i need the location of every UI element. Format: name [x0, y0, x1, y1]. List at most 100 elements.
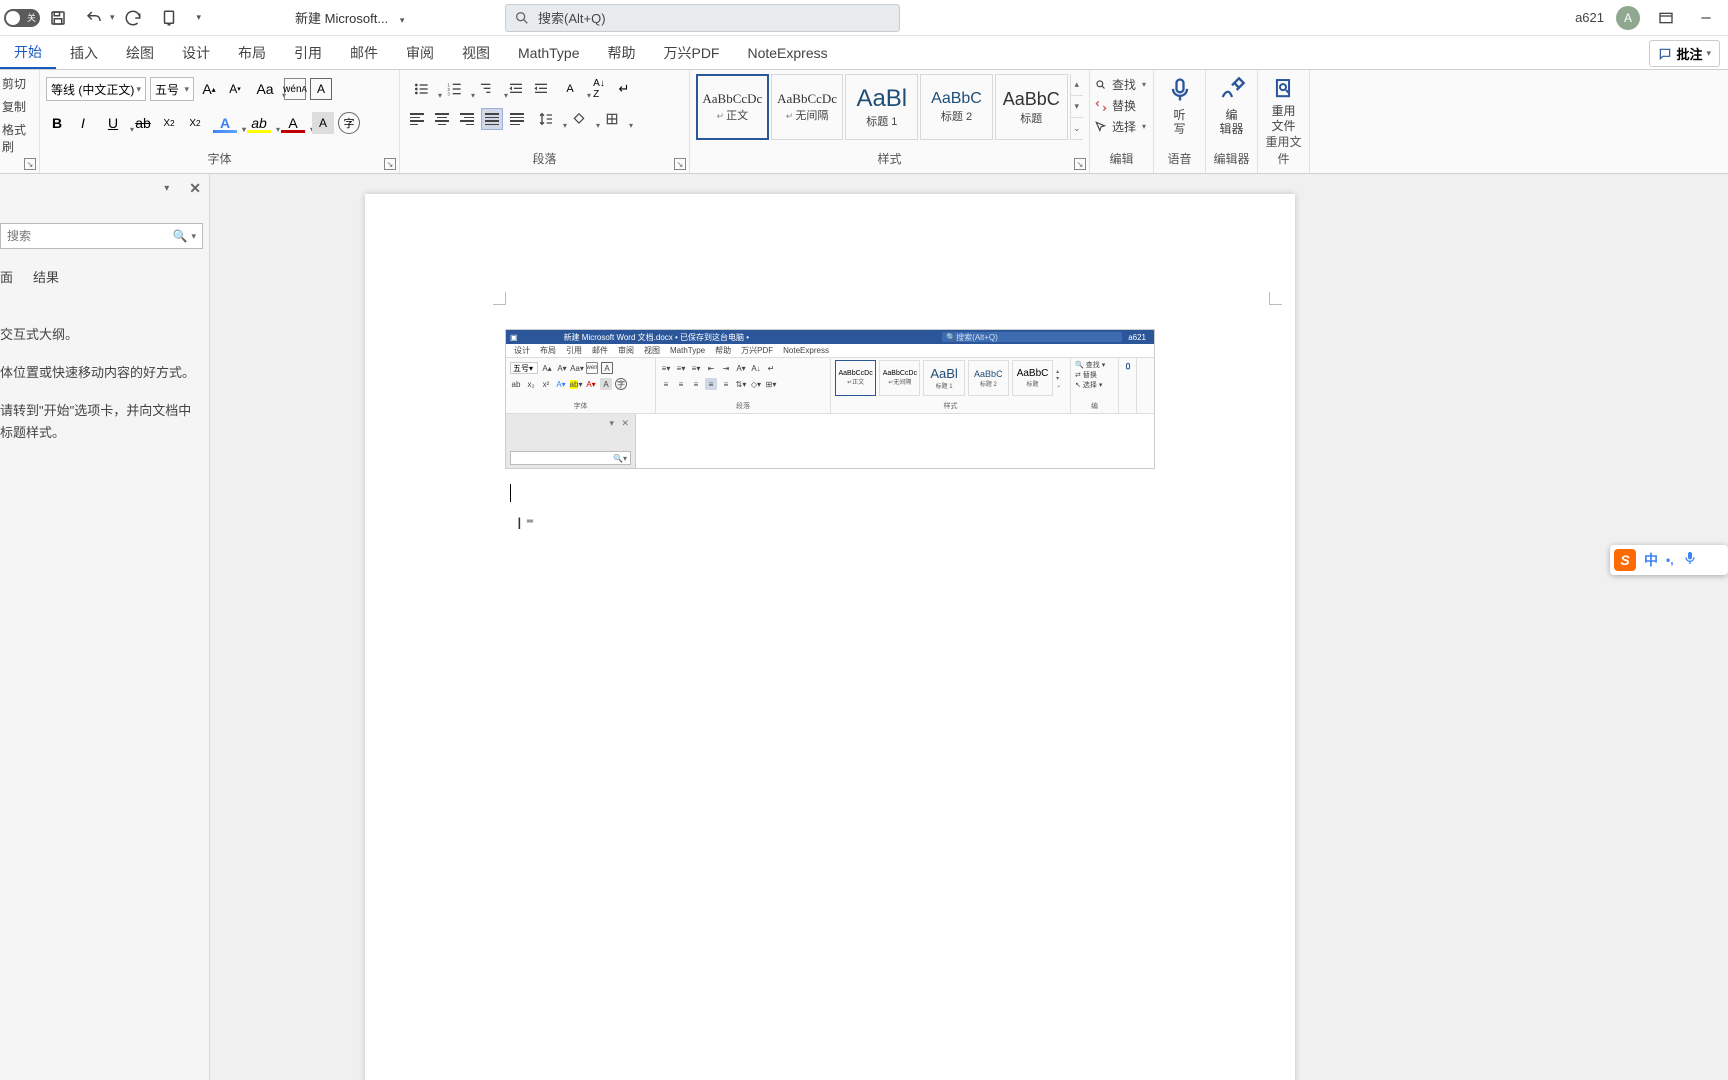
document-title[interactable]: 新建 Microsoft... ▾	[295, 8, 404, 27]
minimize-button[interactable]	[1692, 4, 1720, 32]
tab-mathtype[interactable]: MathType	[504, 36, 593, 69]
ime-lang-button[interactable]: 中	[1644, 550, 1658, 570]
char-shading-button[interactable]: A	[312, 112, 334, 134]
nav-search-input[interactable]	[7, 229, 173, 243]
nav-search-icon[interactable]: 🔍	[173, 229, 188, 243]
ribbon-display-button[interactable]	[1652, 4, 1680, 32]
align-right-button[interactable]	[456, 108, 478, 130]
align-justify-button[interactable]	[481, 108, 503, 130]
style-heading1[interactable]: AaBl 标题 1	[845, 74, 918, 140]
change-case-button[interactable]: Aa▾	[250, 78, 280, 100]
embedded-image[interactable]: ▣ 新建 Microsoft Word 文档.docx • 已保存到这台电脑 •…	[505, 329, 1155, 469]
text-effects-button[interactable]: A▾	[210, 112, 240, 134]
search-box[interactable]: 搜索(Alt+Q)	[505, 4, 900, 32]
cut-button[interactable]: 剪切	[2, 72, 37, 95]
tab-draw[interactable]: 绘图	[112, 36, 168, 69]
bullets-button[interactable]: ▾	[406, 78, 436, 100]
user-avatar[interactable]: A	[1616, 6, 1640, 30]
align-left-button[interactable]	[406, 108, 428, 130]
document-area[interactable]: ▣ 新建 Microsoft Word 文档.docx • 已保存到这台电脑 •…	[210, 174, 1728, 1080]
char-border-button[interactable]: A	[310, 78, 332, 100]
increase-indent-button[interactable]	[530, 78, 552, 100]
highlight-button[interactable]: ab▾	[244, 112, 274, 134]
nav-close-button[interactable]: ✕	[189, 180, 201, 197]
voice-group[interactable]: 听 写 语音	[1154, 70, 1206, 173]
underline-button[interactable]: U▾	[98, 112, 128, 134]
save-button[interactable]	[44, 4, 72, 32]
styles-more[interactable]: ⌄	[1071, 118, 1083, 140]
user-name[interactable]: a621	[1575, 10, 1604, 25]
font-name-combo[interactable]: 等线 (中文正文)▾	[46, 77, 146, 101]
editor-group[interactable]: 编 辑器 编辑器	[1206, 70, 1258, 173]
format-painter-button[interactable]: 格式刷	[2, 118, 37, 158]
styles-scroll-up[interactable]: ▴	[1071, 74, 1083, 96]
editor-label: 编 辑器	[1219, 108, 1243, 137]
nav-tab-pages[interactable]: 面	[0, 267, 13, 286]
bold-button[interactable]: B	[46, 112, 68, 134]
show-marks-button[interactable]: ↵	[613, 78, 635, 100]
paragraph-dialog-launcher[interactable]: ↘	[674, 158, 686, 170]
align-center-button[interactable]	[431, 108, 453, 130]
decrease-indent-button[interactable]	[505, 78, 527, 100]
ime-toolbar[interactable]: S 中 •,	[1610, 545, 1728, 575]
multilevel-list-button[interactable]: ▾	[472, 78, 502, 100]
asian-layout-button[interactable]: A▾	[555, 78, 585, 100]
tab-noteexpress[interactable]: NoteExpress	[733, 36, 841, 69]
tab-view[interactable]: 视图	[448, 36, 504, 69]
strikethrough-button[interactable]: ab	[132, 112, 154, 134]
ime-punct-button[interactable]: •,	[1666, 553, 1674, 567]
find-button[interactable]: 查找▾	[1094, 74, 1149, 95]
font-color-button[interactable]: A▾	[278, 112, 308, 134]
undo-dropdown[interactable]: ▾	[110, 12, 115, 23]
nav-options-dropdown[interactable]: ▾	[164, 183, 169, 194]
shading-button[interactable]: ▾	[564, 108, 594, 130]
styles-dialog-launcher[interactable]: ↘	[1074, 158, 1086, 170]
enclose-char-button[interactable]: 字	[338, 112, 360, 134]
sort-button[interactable]: A↓Z	[588, 78, 610, 100]
shrink-font-button[interactable]: A▾	[224, 78, 246, 100]
font-dialog-launcher[interactable]: ↘	[384, 158, 396, 170]
undo-button[interactable]	[80, 4, 108, 32]
tab-help[interactable]: 帮助	[593, 36, 649, 69]
phonetic-button[interactable]: wénA	[284, 78, 306, 100]
tab-insert[interactable]: 插入	[56, 36, 112, 69]
tab-layout[interactable]: 布局	[224, 36, 280, 69]
style-nospacing[interactable]: AaBbCcDc ↵无间隔	[771, 74, 844, 140]
reuse-group[interactable]: 重用 文件 重用文件	[1258, 70, 1310, 173]
nav-search-box[interactable]: 🔍 ▾	[0, 223, 203, 249]
page[interactable]: ▣ 新建 Microsoft Word 文档.docx • 已保存到这台电脑 •…	[365, 194, 1295, 1080]
style-normal[interactable]: AaBbCcDc ↵正文	[696, 74, 769, 140]
autosave-toggle[interactable]: 关	[4, 9, 40, 27]
tab-review[interactable]: 审阅	[392, 36, 448, 69]
tab-mailings[interactable]: 邮件	[336, 36, 392, 69]
touch-mode-button[interactable]	[155, 4, 183, 32]
numbering-button[interactable]: 123▾	[439, 78, 469, 100]
nav-search-dropdown[interactable]: ▾	[191, 231, 196, 242]
tab-design[interactable]: 设计	[168, 36, 224, 69]
subscript-button[interactable]: X2	[158, 112, 180, 134]
tab-references[interactable]: 引用	[280, 36, 336, 69]
style-heading2[interactable]: AaBbC 标题 2	[920, 74, 993, 140]
line-spacing-button[interactable]: ▾	[531, 108, 561, 130]
ime-mic-icon[interactable]	[1682, 550, 1698, 571]
replace-button[interactable]: 替换	[1094, 95, 1149, 116]
doc-title-dropdown[interactable]: ▾	[400, 15, 405, 25]
font-size-combo[interactable]: 五号▾	[150, 77, 194, 101]
redo-button[interactable]	[119, 4, 147, 32]
style-title[interactable]: AaBbC 标题	[995, 74, 1068, 140]
tab-home[interactable]: 开始	[0, 36, 56, 69]
comments-button[interactable]: 批注 ▾	[1649, 40, 1720, 67]
superscript-button[interactable]: X2	[184, 112, 206, 134]
align-distribute-button[interactable]	[506, 108, 528, 130]
nav-tab-results[interactable]: 结果	[33, 267, 59, 286]
italic-button[interactable]: I	[72, 112, 94, 134]
tab-wanxingpdf[interactable]: 万兴PDF	[649, 36, 733, 69]
grow-font-button[interactable]: A▴	[198, 78, 220, 100]
ime-logo-icon[interactable]: S	[1614, 549, 1636, 571]
qat-customize-dropdown[interactable]: ▾	[197, 12, 202, 23]
borders-button[interactable]: ▾	[597, 108, 627, 130]
clipboard-dialog-launcher[interactable]: ↘	[24, 158, 36, 170]
copy-button[interactable]: 复制	[2, 95, 37, 118]
select-button[interactable]: 选择▾	[1094, 116, 1149, 137]
styles-scroll-down[interactable]: ▾	[1071, 96, 1083, 118]
